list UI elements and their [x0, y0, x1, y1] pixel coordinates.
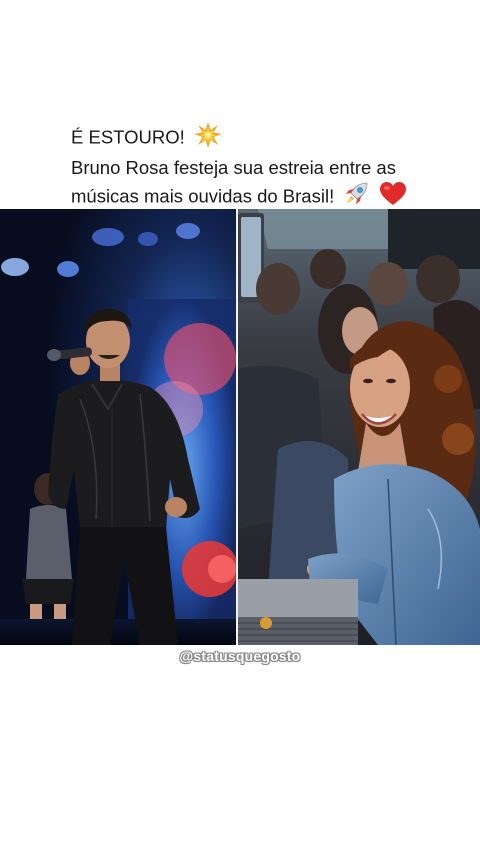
- caption-headline: É ESTOURO!: [71, 126, 185, 148]
- collision-icon: [193, 122, 222, 155]
- video-frame[interactable]: [0, 209, 480, 645]
- caption-line-2: Bruno Rosa festeja sua estreia entre as: [71, 157, 396, 178]
- watermark-handle: @statusquegosto: [179, 648, 301, 664]
- crowd-photo: [238, 209, 480, 645]
- post-caption: É ESTOURO! Bruno Rosa festeja sua estrei…: [71, 122, 471, 214]
- caption-line-1: É ESTOURO!: [71, 122, 471, 155]
- caption-line-3-text: músicas mais ouvidas do Brasil!: [71, 185, 335, 207]
- singer-photo: [0, 209, 236, 645]
- fan-crowd-image: [238, 209, 480, 645]
- singer-stage-image: [0, 209, 236, 645]
